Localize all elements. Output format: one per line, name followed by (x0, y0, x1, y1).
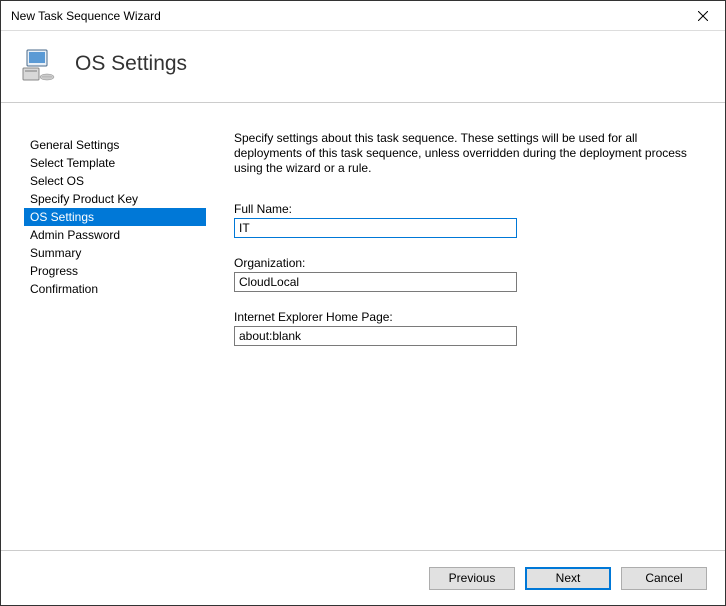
page-description: Specify settings about this task sequenc… (234, 131, 697, 176)
sidebar-item-general-settings[interactable]: General Settings (24, 136, 206, 154)
next-button[interactable]: Next (525, 567, 611, 590)
wizard-sidebar: General Settings Select Template Select … (1, 131, 216, 550)
sidebar-item-summary[interactable]: Summary (24, 244, 206, 262)
fullname-label: Full Name: (234, 202, 697, 216)
iehome-field-group: Internet Explorer Home Page: (234, 310, 697, 346)
sidebar-item-os-settings[interactable]: OS Settings (24, 208, 206, 226)
sidebar-item-specify-product-key[interactable]: Specify Product Key (24, 190, 206, 208)
organization-field-group: Organization: (234, 256, 697, 292)
sidebar-item-select-os[interactable]: Select OS (24, 172, 206, 190)
sidebar-item-confirmation[interactable]: Confirmation (24, 280, 206, 298)
previous-button[interactable]: Previous (429, 567, 515, 590)
sidebar-item-select-template[interactable]: Select Template (24, 154, 206, 172)
organization-input[interactable] (234, 272, 517, 292)
page-title: OS Settings (75, 52, 187, 76)
wizard-header: OS Settings (1, 31, 725, 103)
cancel-button[interactable]: Cancel (621, 567, 707, 590)
fullname-field-group: Full Name: (234, 202, 697, 238)
wizard-content: General Settings Select Template Select … (1, 116, 725, 550)
wizard-footer: Previous Next Cancel (1, 550, 725, 605)
titlebar: New Task Sequence Wizard (1, 1, 725, 31)
sidebar-item-admin-password[interactable]: Admin Password (24, 226, 206, 244)
organization-label: Organization: (234, 256, 697, 270)
iehome-label: Internet Explorer Home Page: (234, 310, 697, 324)
fullname-input[interactable] (234, 218, 517, 238)
close-button[interactable] (680, 1, 725, 31)
window-title: New Task Sequence Wizard (11, 9, 161, 23)
iehome-input[interactable] (234, 326, 517, 346)
computer-icon (21, 46, 57, 82)
wizard-main: Specify settings about this task sequenc… (216, 131, 725, 550)
close-icon (698, 11, 708, 21)
sidebar-item-progress[interactable]: Progress (24, 262, 206, 280)
